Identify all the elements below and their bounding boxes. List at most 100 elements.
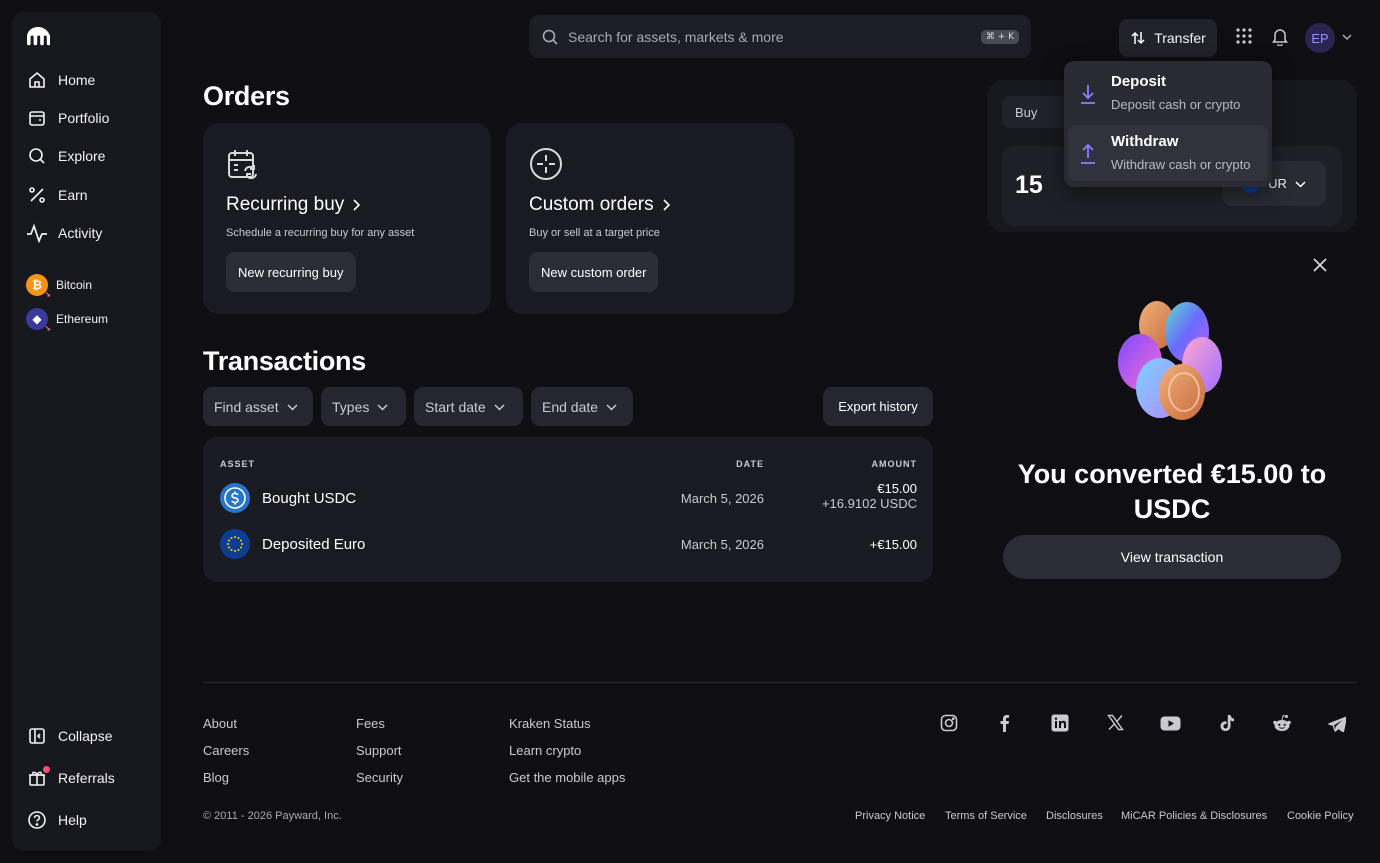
chevron-down-icon[interactable] (1342, 33, 1352, 41)
footer-link-security[interactable]: Security (356, 770, 403, 785)
reddit-icon[interactable] (1272, 714, 1292, 732)
calendar-repeat-icon (226, 147, 260, 181)
menu-item-withdraw[interactable]: Withdraw Withdraw cash or crypto (1068, 125, 1268, 181)
asset-label: Bitcoin (56, 278, 93, 292)
nav-activity[interactable]: Activity (26, 219, 102, 247)
footer-divider (203, 682, 1357, 683)
linkedin-icon[interactable] (1051, 714, 1069, 732)
sidebar-asset-bitcoin[interactable]: ₿ ↘ Bitcoin (26, 274, 93, 299)
telegram-icon[interactable] (1328, 716, 1346, 732)
percent-icon (26, 184, 48, 206)
transactions-table: ASSET DATE AMOUNT Bought USDC March 5, 2… (203, 437, 933, 582)
search-icon (541, 28, 559, 46)
transactions-title: Transactions (203, 346, 366, 376)
bell-icon[interactable] (1271, 27, 1289, 46)
footer-link-privacy[interactable]: Privacy Notice (855, 810, 925, 822)
tx-amount-secondary: +16.9102 USDC (821, 496, 917, 511)
apps-grid-icon[interactable] (1235, 27, 1253, 45)
menu-item-title: Deposit (1111, 73, 1167, 90)
footer-link-about[interactable]: About (203, 716, 237, 731)
nav-label: Home (58, 72, 96, 88)
nav-label: Earn (58, 187, 88, 203)
youtube-icon[interactable] (1160, 716, 1181, 731)
search-input[interactable] (568, 28, 972, 45)
recurring-buy-card[interactable]: Recurring buy Schedule a recurring buy f… (203, 123, 491, 314)
instagram-icon[interactable] (940, 714, 958, 732)
nav-referrals[interactable]: Referrals (26, 764, 115, 792)
nav-home[interactable]: Home (26, 66, 95, 94)
nav-earn[interactable]: Earn (26, 181, 88, 209)
collapse-icon (26, 725, 48, 747)
footer-link-blog[interactable]: Blog (203, 770, 229, 785)
menu-item-subtitle: Withdraw cash or crypto (1111, 157, 1251, 172)
tx-amount: €15.00 +16.9102 USDC (821, 481, 917, 511)
amount-value: 15 (1015, 171, 1043, 199)
footer-link-disclosures[interactable]: Disclosures (1046, 810, 1103, 822)
asset-label: Ethereum (56, 312, 109, 326)
footer-link-terms[interactable]: Terms of Service (945, 810, 1027, 822)
coins-illustration (1112, 300, 1232, 425)
search-bar[interactable]: ⌘ + K (529, 15, 1031, 58)
x-icon[interactable] (1107, 714, 1124, 731)
chevron-right-icon (662, 199, 670, 211)
avatar[interactable]: EP (1305, 23, 1335, 53)
menu-item-subtitle: Deposit cash or crypto (1111, 97, 1241, 112)
footer-link-learn-crypto[interactable]: Learn crypto (509, 743, 581, 758)
menu-item-deposit[interactable]: Deposit Deposit cash or crypto (1068, 65, 1268, 121)
recurring-buy-subtitle: Schedule a recurring buy for any asset (226, 227, 415, 239)
euro-flag-icon (220, 529, 250, 559)
tx-date: March 5, 2026 (680, 537, 764, 552)
table-row[interactable]: Bought USDC March 5, 2026 €15.00 +16.9102… (203, 477, 933, 521)
column-header-date: DATE (736, 459, 764, 469)
copyright-text: © 2011 - 2026 Payward, Inc. (203, 810, 342, 822)
chevron-down-icon (1295, 180, 1306, 188)
footer-link-mobile-apps[interactable]: Get the mobile apps (509, 770, 625, 785)
portfolio-icon (26, 107, 48, 129)
recurring-buy-title[interactable]: Recurring buy (226, 194, 361, 216)
custom-orders-card[interactable]: Custom orders Buy or sell at a target pr… (506, 123, 794, 314)
nav-explore[interactable]: Explore (26, 142, 105, 170)
facebook-icon[interactable] (998, 714, 1010, 732)
transfer-dropdown-menu: Deposit Deposit cash or crypto Withdraw … (1064, 61, 1272, 187)
export-history-button[interactable]: Export history (823, 387, 933, 426)
transfer-label: Transfer (1154, 30, 1206, 46)
nav-portfolio[interactable]: Portfolio (26, 104, 109, 132)
footer-link-fees[interactable]: Fees (356, 716, 385, 731)
column-header-amount: AMOUNT (871, 459, 917, 469)
nav-label: Referrals (58, 770, 115, 786)
footer-link-careers[interactable]: Careers (203, 743, 249, 758)
view-transaction-button[interactable]: View transaction (1003, 535, 1341, 579)
kraken-logo-icon[interactable] (26, 26, 50, 46)
home-icon (26, 69, 48, 91)
nav-collapse[interactable]: Collapse (26, 722, 112, 750)
tiktok-icon[interactable] (1219, 714, 1235, 732)
footer-link-kraken-status[interactable]: Kraken Status (509, 716, 591, 731)
chevron-right-icon (352, 199, 361, 211)
nav-label: Explore (58, 148, 106, 164)
nav-help[interactable]: Help (26, 806, 87, 834)
nav-label: Portfolio (58, 110, 110, 126)
table-row[interactable]: Deposited Euro March 5, 2026 +€15.00 (203, 523, 933, 567)
download-icon (1078, 83, 1098, 105)
footer-link-cookie[interactable]: Cookie Policy (1287, 810, 1354, 822)
footer-link-micar[interactable]: MiCAR Policies & Disclosures (1121, 810, 1267, 822)
orders-title: Orders (203, 81, 290, 111)
filter-find-asset[interactable]: Find asset (203, 387, 313, 426)
tx-amount: +€15.00 (869, 537, 917, 552)
gift-icon (26, 766, 50, 789)
filter-start-date[interactable]: Start date (414, 387, 523, 426)
new-recurring-buy-button[interactable]: New recurring buy (226, 252, 356, 292)
footer-link-support[interactable]: Support (356, 743, 402, 758)
keyboard-shortcut: ⌘ + K (980, 29, 1019, 44)
sidebar-asset-ethereum[interactable]: ◆ ↘ Ethereum (26, 308, 109, 333)
custom-orders-title[interactable]: Custom orders (529, 194, 670, 216)
chevron-down-icon (494, 403, 505, 411)
new-custom-order-button[interactable]: New custom order (529, 252, 659, 292)
nav-label: Activity (58, 225, 103, 241)
filter-end-date[interactable]: End date (531, 387, 633, 426)
ethereum-icon: ◆ ↘ (26, 308, 51, 333)
close-icon[interactable] (1313, 258, 1327, 272)
filter-types[interactable]: Types (321, 387, 406, 426)
transfer-button[interactable]: Transfer (1119, 19, 1217, 57)
column-header-asset: ASSET (220, 459, 256, 469)
